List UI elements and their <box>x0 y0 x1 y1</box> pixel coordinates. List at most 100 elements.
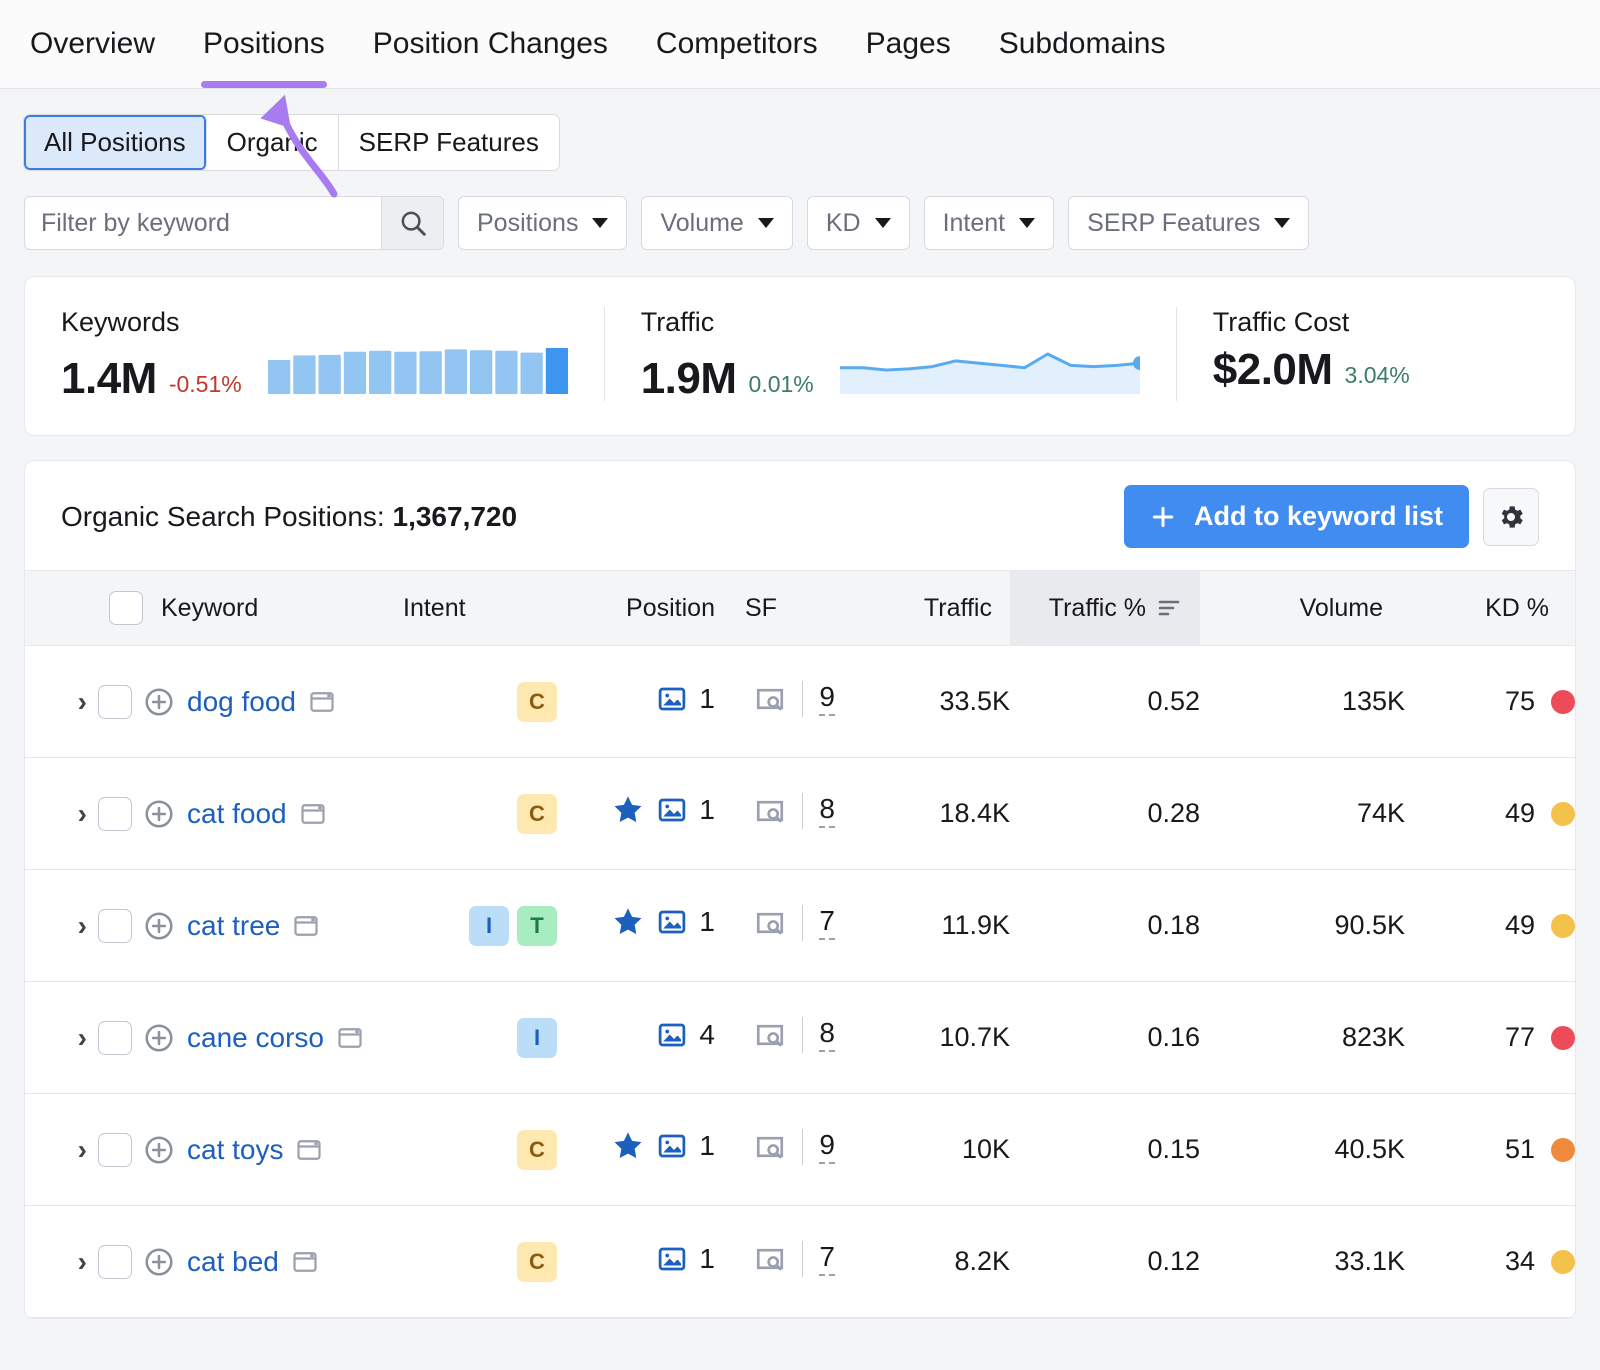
filter-dropdown-intent[interactable]: Intent <box>924 196 1055 250</box>
serp-snapshot-icon[interactable] <box>308 688 336 716</box>
th-kd[interactable]: KD % <box>1405 571 1575 646</box>
featured-snippet-star-icon[interactable] <box>611 905 645 939</box>
th-select-all[interactable] <box>87 571 143 646</box>
row-select-cell[interactable] <box>87 1094 143 1206</box>
row-select-cell[interactable] <box>87 646 143 758</box>
add-keyword-icon[interactable] <box>143 1246 175 1278</box>
keyword-link[interactable]: cane corso <box>187 1022 324 1054</box>
row-expand-cell[interactable]: › <box>25 870 87 982</box>
serp-snapshot-icon[interactable] <box>292 912 320 940</box>
th-position[interactable]: Position <box>565 571 715 646</box>
position-type-segmented-control[interactable]: All PositionsOrganicSERP Features <box>24 115 559 170</box>
sf-value[interactable]: 9 <box>819 682 835 715</box>
nav-tab-pages[interactable]: Pages <box>842 0 975 88</box>
featured-snippet-star-icon[interactable] <box>611 793 645 827</box>
row-expand-cell[interactable]: › <box>25 982 87 1094</box>
row-select-cell[interactable] <box>87 758 143 870</box>
row-checkbox[interactable] <box>98 1133 132 1167</box>
chevron-right-icon[interactable]: › <box>78 798 87 830</box>
keyword-link[interactable]: cat food <box>187 798 287 830</box>
add-keyword-icon[interactable] <box>143 1022 175 1054</box>
table-row[interactable]: ›dog foodC1933.5K0.52135K75 <box>25 646 1575 758</box>
nav-tab-competitors[interactable]: Competitors <box>632 0 842 88</box>
intent-badge-c[interactable]: C <box>517 682 557 722</box>
nav-tab-position-changes[interactable]: Position Changes <box>349 0 632 88</box>
row-select-cell[interactable] <box>87 982 143 1094</box>
serp-snapshot-icon[interactable] <box>336 1024 364 1052</box>
row-checkbox[interactable] <box>98 909 132 943</box>
serp-snapshot-icon[interactable] <box>295 1136 323 1164</box>
image-pack-icon[interactable] <box>657 1020 687 1050</box>
th-traffic[interactable]: Traffic <box>835 571 1010 646</box>
row-expand-cell[interactable]: › <box>25 646 87 758</box>
table-settings-button[interactable] <box>1483 488 1539 546</box>
filter-dropdown-serp-features[interactable]: SERP Features <box>1068 196 1309 250</box>
sf-value[interactable]: 8 <box>819 1018 835 1051</box>
filter-dropdown-volume[interactable]: Volume <box>641 196 792 250</box>
keyword-link[interactable]: cat toys <box>187 1134 283 1166</box>
nav-tab-overview[interactable]: Overview <box>24 0 179 88</box>
serp-preview-icon[interactable] <box>754 683 786 715</box>
keyword-filter[interactable] <box>24 196 444 250</box>
add-keyword-icon[interactable] <box>143 910 175 942</box>
nav-tab-positions[interactable]: Positions <box>179 0 349 88</box>
serp-preview-icon[interactable] <box>754 1131 786 1163</box>
table-row[interactable]: ›cane corsoI4810.7K0.16823K77 <box>25 982 1575 1094</box>
image-pack-icon[interactable] <box>657 684 687 714</box>
select-all-checkbox[interactable] <box>109 591 143 625</box>
row-select-cell[interactable] <box>87 1206 143 1318</box>
intent-badge-t[interactable]: T <box>517 906 557 946</box>
search-input[interactable] <box>25 197 381 249</box>
th-intent[interactable]: Intent <box>395 571 565 646</box>
intent-badge-c[interactable]: C <box>517 1242 557 1282</box>
table-row[interactable]: ›cat foodC1818.4K0.2874K49 <box>25 758 1575 870</box>
segment-serp-features[interactable]: SERP Features <box>339 115 559 170</box>
sf-value[interactable]: 9 <box>819 1130 835 1163</box>
keyword-link[interactable]: dog food <box>187 686 296 718</box>
serp-preview-icon[interactable] <box>754 907 786 939</box>
featured-snippet-star-icon[interactable] <box>611 1129 645 1163</box>
serp-preview-icon[interactable] <box>754 1243 786 1275</box>
image-pack-icon[interactable] <box>657 907 687 937</box>
intent-badge-c[interactable]: C <box>517 1130 557 1170</box>
row-checkbox[interactable] <box>98 1245 132 1279</box>
image-pack-icon[interactable] <box>657 1131 687 1161</box>
chevron-right-icon[interactable]: › <box>78 910 87 942</box>
serp-snapshot-icon[interactable] <box>299 800 327 828</box>
segment-all-positions[interactable]: All Positions <box>24 115 207 170</box>
search-button[interactable] <box>381 197 443 249</box>
serp-snapshot-icon[interactable] <box>291 1248 319 1276</box>
chevron-right-icon[interactable]: › <box>78 1246 87 1278</box>
serp-preview-icon[interactable] <box>754 795 786 827</box>
image-pack-icon[interactable] <box>657 1244 687 1274</box>
row-select-cell[interactable] <box>87 870 143 982</box>
keyword-link[interactable]: cat tree <box>187 910 280 942</box>
sf-value[interactable]: 7 <box>819 906 835 939</box>
row-checkbox[interactable] <box>98 797 132 831</box>
keyword-link[interactable]: cat bed <box>187 1246 279 1278</box>
chevron-right-icon[interactable]: › <box>78 1022 87 1054</box>
table-row[interactable]: ›cat bedC178.2K0.1233.1K34 <box>25 1206 1575 1318</box>
filter-dropdown-positions[interactable]: Positions <box>458 196 627 250</box>
add-keyword-icon[interactable] <box>143 686 175 718</box>
serp-preview-icon[interactable] <box>754 1019 786 1051</box>
chevron-right-icon[interactable]: › <box>78 1134 87 1166</box>
table-row[interactable]: ›cat toysC1910K0.1540.5K51 <box>25 1094 1575 1206</box>
th-keyword[interactable]: Keyword <box>143 571 395 646</box>
filter-dropdown-kd[interactable]: KD <box>807 196 910 250</box>
image-pack-icon[interactable] <box>657 795 687 825</box>
row-checkbox[interactable] <box>98 1021 132 1055</box>
intent-badge-i[interactable]: I <box>469 906 509 946</box>
chevron-right-icon[interactable]: › <box>78 686 87 718</box>
nav-tab-subdomains[interactable]: Subdomains <box>975 0 1190 88</box>
add-keyword-icon[interactable] <box>143 1134 175 1166</box>
row-expand-cell[interactable]: › <box>25 1206 87 1318</box>
sf-value[interactable]: 7 <box>819 1242 835 1275</box>
add-to-keyword-list-button[interactable]: Add to keyword list <box>1124 485 1469 548</box>
row-expand-cell[interactable]: › <box>25 1094 87 1206</box>
th-sf[interactable]: SF <box>715 571 835 646</box>
th-traffic-pct[interactable]: Traffic % <box>1010 571 1200 646</box>
segment-organic[interactable]: Organic <box>207 115 339 170</box>
row-checkbox[interactable] <box>98 685 132 719</box>
row-expand-cell[interactable]: › <box>25 758 87 870</box>
